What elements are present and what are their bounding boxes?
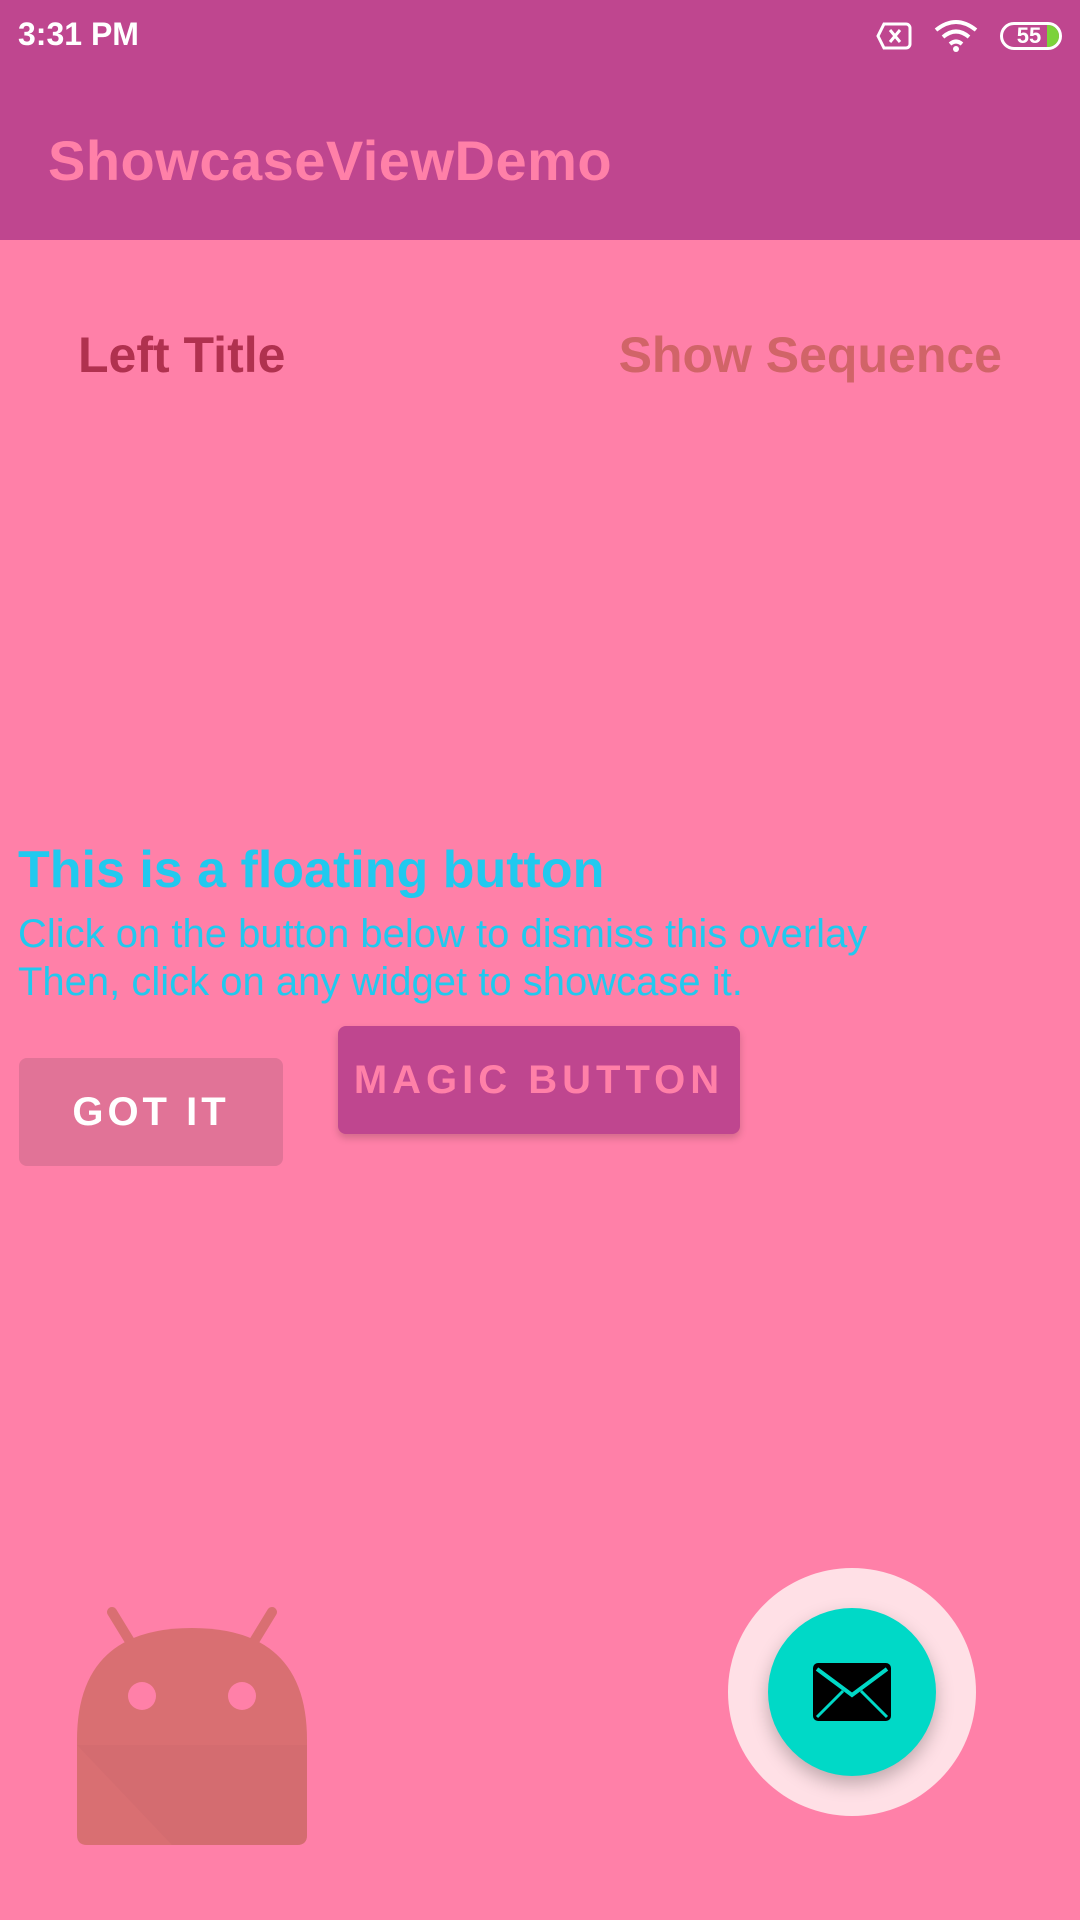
mail-fab-button[interactable]	[768, 1608, 936, 1776]
app-title: ShowcaseViewDemo	[48, 129, 613, 192]
left-title[interactable]: Left Title	[78, 326, 285, 384]
status-icons: 55	[876, 18, 1062, 54]
battery-level: 55	[1016, 23, 1042, 48]
status-time: 3:31 PM	[18, 16, 139, 52]
got-it-button[interactable]: GOT IT	[19, 1058, 283, 1166]
status-bar: 3:31 PM 55	[0, 0, 1080, 72]
mail-icon	[813, 1663, 891, 1721]
showcase-description-line-2: Then, click on any widget to showcase it…	[18, 960, 743, 1004]
android-logo-icon	[77, 1607, 307, 1845]
sim-off-icon	[876, 22, 912, 50]
showcase-description-line-1: Click on the button below to dismiss thi…	[18, 912, 868, 956]
show-sequence-button[interactable]: Show Sequence	[619, 326, 1002, 384]
magic-button[interactable]: MAGIC BUTTON	[338, 1026, 740, 1134]
wifi-icon	[934, 20, 978, 52]
app-bar: ShowcaseViewDemo	[0, 72, 1080, 240]
battery-icon: 55	[1000, 22, 1062, 50]
showcase-title: This is a floating button	[18, 841, 605, 899]
